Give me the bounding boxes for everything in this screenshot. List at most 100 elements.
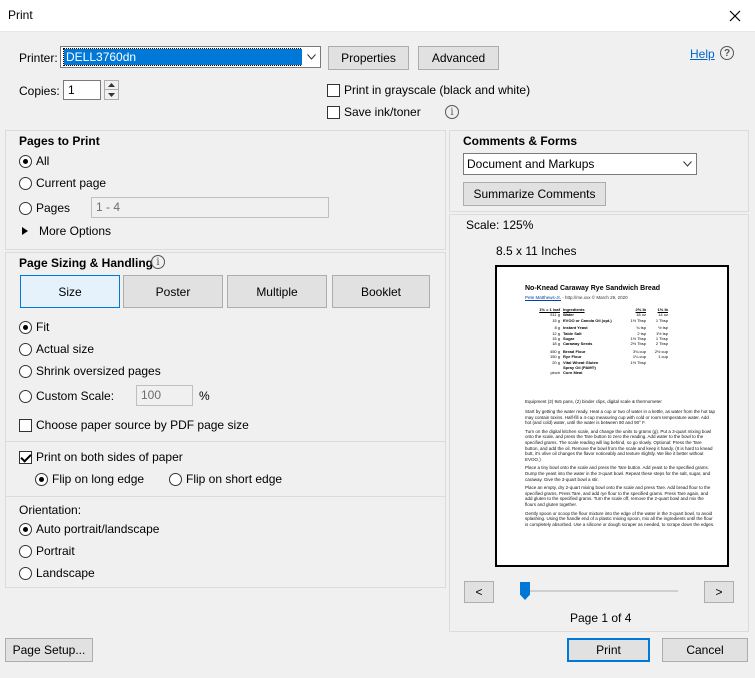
preview-table-cell: [649, 370, 671, 375]
preview-paragraph: Gently spoon or scoop the flour mixture …: [525, 510, 715, 527]
radio-dot[interactable]: [19, 320, 32, 334]
paper-source-label: Choose paper source by PDF page size: [36, 418, 249, 432]
radio-dot[interactable]: [19, 544, 32, 558]
both-sides-box[interactable]: [19, 450, 32, 464]
page-setup-button[interactable]: Page Setup...: [5, 638, 93, 662]
radio-fit[interactable]: Fit: [19, 320, 49, 334]
copies-label: Copies:: [19, 84, 60, 98]
caret-right-icon: [22, 227, 28, 235]
radio-shrink-oversized[interactable]: Shrink oversized pages: [19, 364, 161, 378]
comments-forms-selected: Document and Markups: [467, 157, 595, 171]
radio-actual-size[interactable]: Actual size: [19, 342, 94, 356]
radio-current-page[interactable]: Current page: [19, 176, 106, 190]
print-button[interactable]: Print: [567, 638, 650, 662]
radio-fit-label: Fit: [36, 320, 50, 334]
radio-dot[interactable]: [19, 342, 32, 356]
preview-table-cell: [623, 370, 649, 375]
radio-dot[interactable]: [19, 566, 32, 580]
paper-source-box[interactable]: [19, 418, 32, 432]
portrait-label: Portrait: [36, 544, 75, 558]
more-options-label: More Options: [39, 224, 112, 238]
radio-all[interactable]: All: [19, 154, 49, 168]
preview-table-row: 18 g Caraway Seeds 2½ Tbsp 2 Tbsp: [537, 341, 671, 346]
preview-doc-title: No-Knead Caraway Rye Sandwich Bread: [525, 285, 660, 292]
tab-poster[interactable]: Poster: [123, 275, 223, 308]
tab-booklet[interactable]: Booklet: [332, 275, 430, 308]
grayscale-box[interactable]: [327, 83, 340, 97]
tab-multiple[interactable]: Multiple: [227, 275, 327, 308]
radio-pages[interactable]: Pages: [19, 201, 70, 215]
radio-custom-scale-label: Custom Scale:: [36, 389, 115, 403]
window-title: Print: [8, 8, 33, 22]
prev-page-button[interactable]: <: [464, 581, 494, 603]
preview-table-cell: Corn Meal: [563, 370, 583, 376]
more-options-toggle[interactable]: More Options: [22, 224, 111, 238]
radio-dot[interactable]: [19, 389, 32, 403]
radio-custom-scale[interactable]: Custom Scale:: [19, 389, 114, 403]
info-icon[interactable]: i: [445, 105, 459, 119]
radio-portrait[interactable]: Portrait: [19, 544, 75, 558]
preview-byline-rest: - http://me.xxx © March 29, 2020: [561, 295, 628, 300]
info-icon[interactable]: i: [151, 255, 165, 269]
paper-source-checkbox[interactable]: Choose paper source by PDF page size: [19, 418, 249, 432]
both-sides-label: Print on both sides of paper: [36, 450, 183, 464]
printer-label: Printer:: [19, 51, 58, 65]
preview-table-cell: 1½ Tbsp: [630, 317, 647, 323]
radio-dot[interactable]: [19, 364, 32, 378]
preview-table-cell: 1 Tbsp: [655, 317, 668, 323]
preview-equipment: Equipment (2) 9x5 pans, (2) binder clips…: [525, 399, 662, 404]
divider: [5, 496, 446, 497]
landscape-label: Landscape: [36, 566, 95, 580]
radio-pages-label: Pages: [36, 201, 71, 215]
grayscale-label: Print in grayscale (black and white): [344, 83, 531, 97]
radio-dot[interactable]: [19, 176, 32, 190]
printer-select[interactable]: DELL3760dn: [60, 46, 321, 68]
radio-dot[interactable]: [19, 201, 32, 215]
radio-dot[interactable]: [169, 472, 182, 486]
preview-table-cell: 18 g: [552, 341, 560, 347]
grayscale-checkbox[interactable]: Print in grayscale (black and white): [327, 83, 530, 97]
save-ink-checkbox[interactable]: Save ink/toner: [327, 105, 421, 119]
divider: [5, 441, 446, 442]
copies-stepper[interactable]: [104, 80, 119, 100]
stepper-down-icon[interactable]: [105, 90, 118, 99]
preview-paragraph: Place an empty, dry 2-quart mixing bowl …: [525, 485, 711, 507]
radio-dot[interactable]: [35, 472, 48, 486]
next-page-button[interactable]: >: [704, 581, 734, 603]
chevron-down-icon: [302, 47, 320, 67]
comments-forms-title: Comments & Forms: [463, 134, 578, 148]
comments-forms-select[interactable]: Document and Markups: [463, 153, 697, 175]
page-slider-track[interactable]: [520, 590, 678, 592]
help-icon[interactable]: ?: [720, 46, 734, 60]
printer-selected: DELL3760dn: [63, 48, 303, 66]
flip-short-label: Flip on short edge: [186, 472, 283, 486]
advanced-button[interactable]: Advanced: [418, 46, 499, 70]
custom-scale-input[interactable]: 100: [136, 385, 193, 406]
radio-all-label: All: [36, 154, 50, 168]
flip-long-label: Flip on long edge: [52, 472, 145, 486]
radio-auto-orientation[interactable]: Auto portrait/landscape: [19, 522, 159, 536]
close-icon[interactable]: [718, 2, 752, 30]
summarize-comments-button[interactable]: Summarize Comments: [463, 182, 606, 206]
preview-table-cell: Caraway Seeds: [563, 341, 593, 347]
properties-button[interactable]: Properties: [328, 46, 409, 70]
chevron-down-icon: [678, 154, 696, 174]
copies-input[interactable]: 1: [63, 80, 101, 100]
save-ink-box[interactable]: [327, 105, 340, 119]
radio-flip-long-edge[interactable]: Flip on long edge: [35, 472, 144, 486]
radio-dot[interactable]: [19, 522, 32, 536]
cancel-button[interactable]: Cancel: [662, 638, 748, 662]
both-sides-checkbox[interactable]: Print on both sides of paper: [19, 450, 183, 464]
preview-paragraph: Turn on the digital kitchen scale, and c…: [525, 428, 713, 462]
help-link[interactable]: Help: [690, 47, 715, 61]
pages-range-input[interactable]: 1 - 4: [91, 197, 329, 218]
radio-current-page-label: Current page: [36, 176, 107, 190]
tab-size[interactable]: Size: [20, 275, 120, 308]
preview-paragraph: Start by getting the water ready. Heat a…: [525, 409, 716, 426]
radio-landscape[interactable]: Landscape: [19, 566, 95, 580]
preview-byline-link: Pete Matthews-Jr.: [525, 295, 562, 300]
page-indicator: Page 1 of 4: [570, 611, 632, 625]
radio-flip-short-edge[interactable]: Flip on short edge: [169, 472, 282, 486]
stepper-up-icon[interactable]: [105, 81, 118, 90]
radio-dot[interactable]: [19, 154, 32, 168]
